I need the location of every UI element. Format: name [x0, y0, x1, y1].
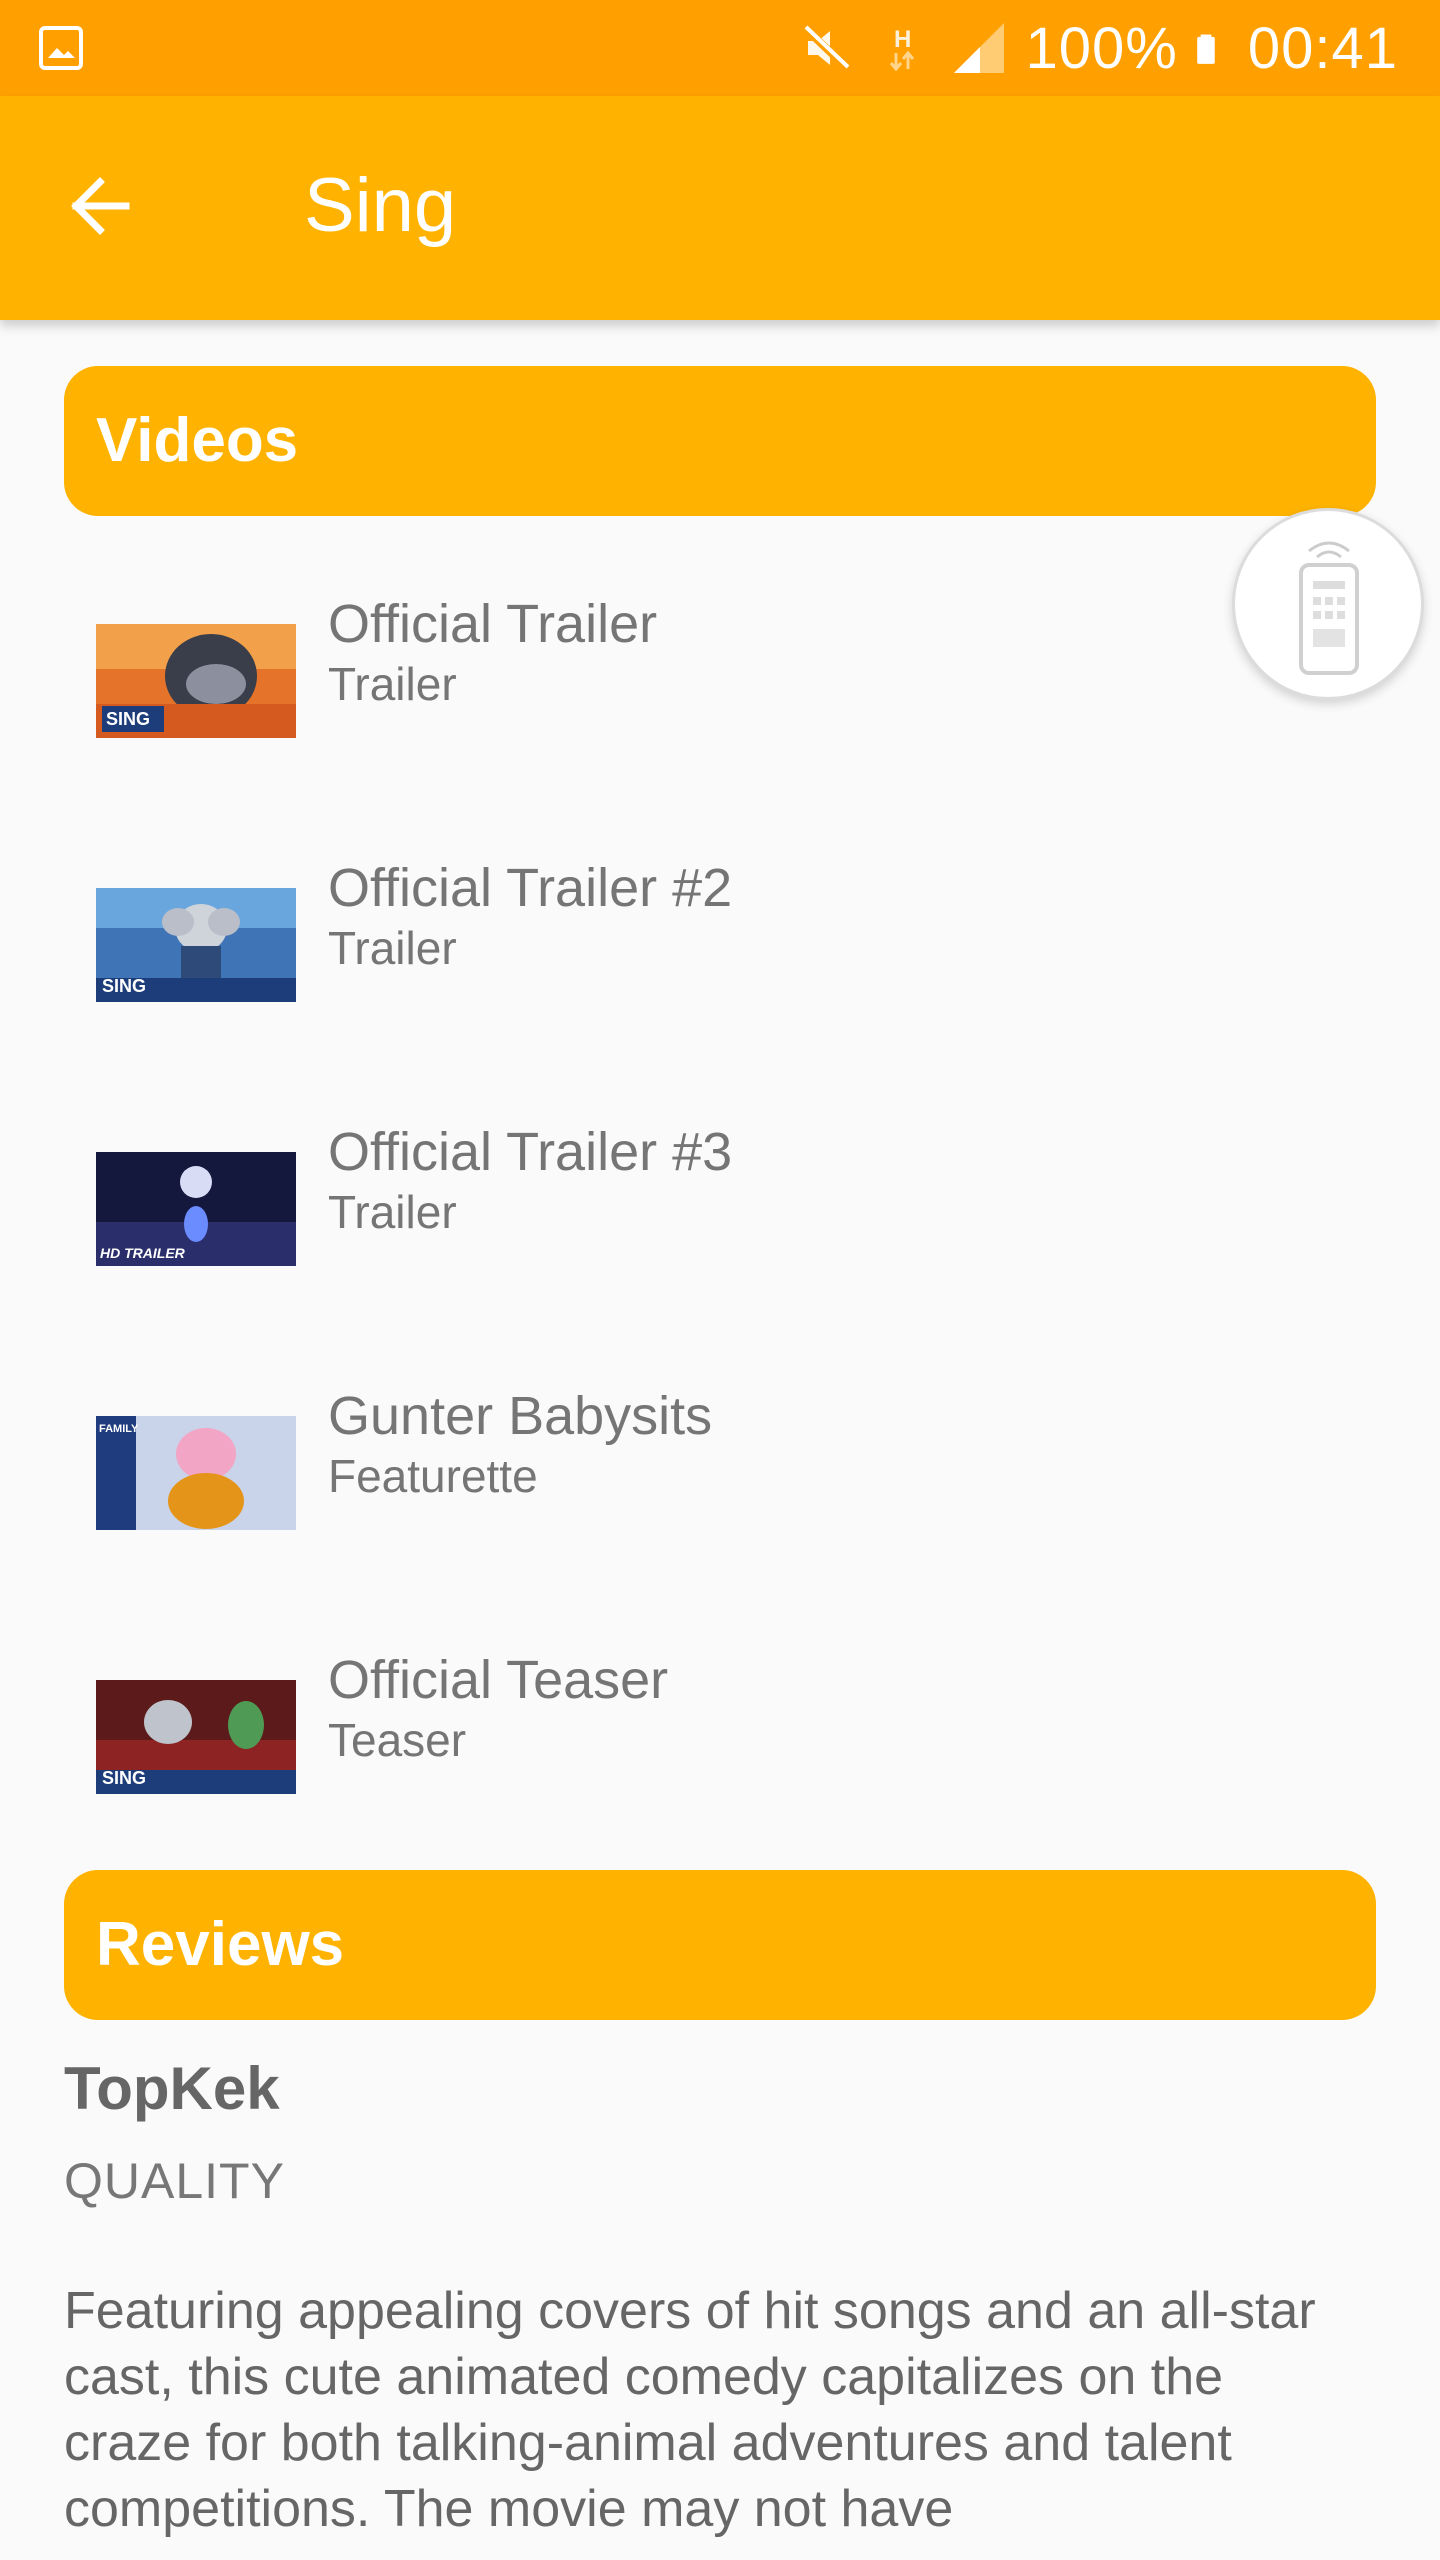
app-bar: Sing: [0, 96, 1440, 320]
koala-thumbnail-image: SING: [96, 888, 296, 1002]
svg-text:SING: SING: [106, 709, 150, 729]
gorilla-thumbnail-image: SING: [96, 624, 296, 738]
battery-percent: 100%: [1025, 15, 1178, 81]
status-bar: H 100% 00:41: [0, 0, 1440, 96]
svg-text:HD TRAILER: HD TRAILER: [100, 1245, 186, 1261]
video-type: Trailer: [328, 922, 457, 974]
signal-icon: [953, 23, 1004, 73]
video-thumbnail: HD TRAILER: [96, 1152, 296, 1266]
svg-text:SING: SING: [102, 976, 146, 996]
video-thumbnail: FAMILY: [96, 1416, 296, 1530]
clock: 00:41: [1247, 15, 1398, 81]
video-item[interactable]: SING Official Trailer Trailer: [0, 552, 1440, 816]
stage-thumbnail-image: HD TRAILER: [96, 1152, 296, 1266]
image-icon: [39, 26, 83, 70]
video-type: Teaser: [328, 1714, 467, 1766]
video-list: SING Official Trailer Trailer SING Offic…: [0, 552, 1440, 1872]
theater-thumbnail-image: SING: [96, 1680, 296, 1794]
videos-section-header: Videos: [64, 366, 1376, 516]
video-item[interactable]: SING Official Trailer #2 Trailer: [0, 816, 1440, 1080]
video-item[interactable]: FAMILY Gunter Babysits Featurette: [0, 1344, 1440, 1608]
video-thumbnail: SING: [96, 1680, 296, 1794]
video-title: Official Trailer #2: [328, 858, 733, 918]
video-title: Official Teaser: [328, 1650, 669, 1710]
status-indicators: H 100% 00:41: [798, 0, 1399, 96]
svg-text:FAMILY: FAMILY: [99, 1423, 139, 1435]
video-item[interactable]: SING Official Teaser Teaser: [0, 1608, 1440, 1872]
video-thumbnail: SING: [96, 888, 296, 1002]
review-rating: QUALITY: [64, 2153, 285, 2209]
reviews-section-header: Reviews: [64, 1870, 1376, 2020]
review-text: Featuring appealing covers of hit songs …: [64, 2282, 1316, 2538]
video-title: Gunter Babysits: [328, 1386, 713, 1446]
mute-icon: [800, 24, 851, 72]
page-title: Sing: [304, 163, 457, 248]
video-type: Featurette: [328, 1450, 538, 1502]
battery-icon: [1197, 34, 1215, 64]
video-type: Trailer: [328, 658, 457, 710]
remote-icon: [1299, 541, 1359, 675]
video-thumbnail: SING: [96, 624, 296, 738]
review-author: TopKek: [64, 2055, 280, 2122]
remote-button[interactable]: [1232, 508, 1424, 700]
svg-text:SING: SING: [102, 1768, 146, 1788]
video-type: Trailer: [328, 1186, 457, 1238]
svg-text:H: H: [894, 26, 911, 53]
video-title: Official Trailer: [328, 594, 658, 654]
video-item[interactable]: HD TRAILER Official Trailer #3 Trailer: [0, 1080, 1440, 1344]
h-network-icon: H: [889, 26, 914, 72]
pig-thumbnail-image: FAMILY: [96, 1416, 296, 1530]
arrow-back-icon[interactable]: [46, 152, 158, 264]
video-title: Official Trailer #3: [328, 1122, 733, 1182]
